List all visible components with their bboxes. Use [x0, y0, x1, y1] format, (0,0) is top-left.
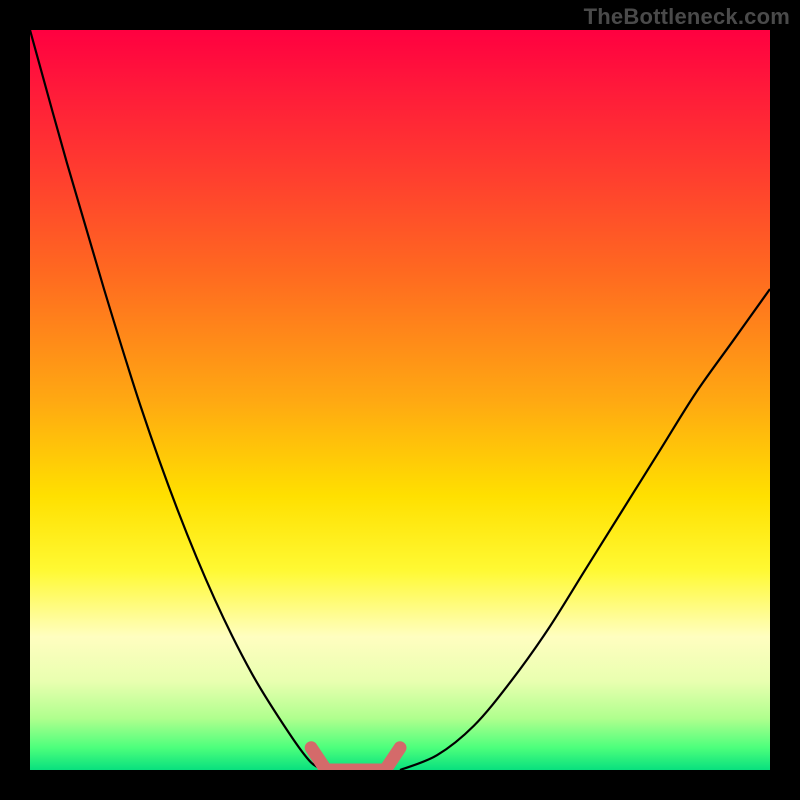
curve-group — [30, 30, 770, 770]
plot-area — [30, 30, 770, 770]
chart-frame: TheBottleneck.com — [0, 0, 800, 800]
flat-bottom-highlight — [311, 748, 400, 770]
left-curve — [30, 30, 326, 770]
right-curve — [400, 289, 770, 770]
curves-layer — [30, 30, 770, 770]
watermark-text: TheBottleneck.com — [584, 4, 790, 30]
